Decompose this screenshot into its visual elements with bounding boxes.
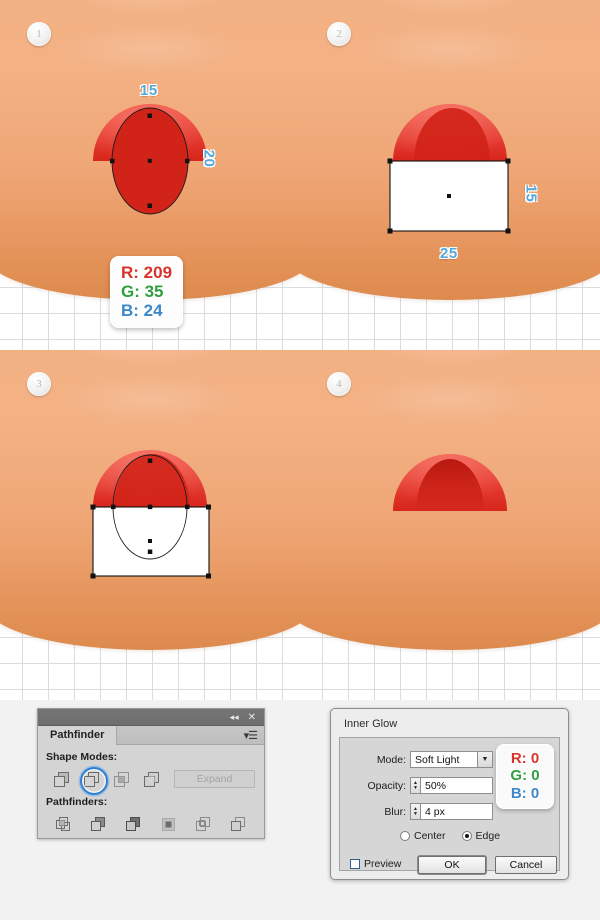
cancel-label: Cancel xyxy=(509,859,543,871)
step-panel-1: 1 15 20 R: 209 G: 35 B: 24 xyxy=(0,0,300,350)
shape-modes-row: Expand xyxy=(46,766,256,795)
pathfinder-divide-button[interactable] xyxy=(46,811,81,837)
steps-grid: 1 15 20 R: 209 G: 35 B: 24 2 15 25 3 4 xyxy=(0,0,600,700)
pathfinder-body: Shape Modes: Expand Pathfinders: xyxy=(38,745,264,838)
ok-button[interactable]: OK xyxy=(418,856,486,874)
chevron-down-icon[interactable]: ▼ xyxy=(477,752,492,767)
step-2-artwork xyxy=(387,104,511,234)
mode-label: Mode: xyxy=(376,754,406,766)
rgb-callout-fill: R: 209 G: 35 B: 24 xyxy=(110,256,184,329)
mode-value: Soft Light xyxy=(415,753,460,766)
opacity-value: 50% xyxy=(425,779,447,792)
shape-mode-unite-button[interactable] xyxy=(46,766,76,792)
pathfinder-outline-button[interactable] xyxy=(186,811,221,837)
merge-icon xyxy=(126,816,140,831)
pathfinder-merge-button[interactable] xyxy=(116,811,151,837)
mode-select[interactable]: Soft Light ▼ xyxy=(410,751,493,768)
opacity-label: Opacity: xyxy=(367,780,406,792)
pathfinder-panel: ◂◂ ✕ Pathfinder ▾☰ Shape Modes: Expand P… xyxy=(37,708,265,839)
radio-unchecked-icon xyxy=(400,831,410,841)
glow-rgb-red: R: 0 xyxy=(510,750,540,767)
close-icon[interactable]: ✕ xyxy=(248,712,256,723)
pathfinder-minus-back-button[interactable] xyxy=(221,811,256,837)
preview-checkbox[interactable]: Preview xyxy=(350,858,401,870)
inner-glow-dialog: Inner Glow Mode: Soft Light ▼ Opacity: ▲… xyxy=(330,708,569,880)
dimension-label-width-15: 15 xyxy=(140,82,158,99)
dimension-label-height-20: 20 xyxy=(200,149,218,168)
dialog-title: Inner Glow xyxy=(344,718,398,730)
checkbox-unchecked-icon xyxy=(350,859,360,869)
panels-area: ◂◂ ✕ Pathfinder ▾☰ Shape Modes: Expand P… xyxy=(0,700,600,920)
opacity-input[interactable]: 50% xyxy=(420,777,493,794)
blur-value: 4 px xyxy=(425,805,445,818)
step-panel-4: 4 xyxy=(300,350,600,700)
shape-mode-exclude-button[interactable] xyxy=(136,766,166,792)
minus-back-icon xyxy=(231,816,245,831)
radio-checked-icon xyxy=(461,831,472,841)
pathfinder-crop-button[interactable] xyxy=(151,811,186,837)
trim-icon xyxy=(91,816,105,831)
unite-icon xyxy=(53,771,69,787)
origin-center-radio[interactable]: Center xyxy=(400,830,446,842)
tab-pathfinder-label: Pathfinder xyxy=(50,729,105,741)
shape-modes-label: Shape Modes: xyxy=(46,751,118,763)
rgb-blue-value: B: 24 xyxy=(121,301,163,321)
divide-icon xyxy=(56,816,70,831)
exclude-icon xyxy=(143,771,159,787)
ok-label: OK xyxy=(444,859,460,871)
dialog-body: Mode: Soft Light ▼ Opacity: ▲ ▼ 50% Blur… xyxy=(339,737,560,874)
pathfinder-titlebar: ◂◂ ✕ xyxy=(38,709,264,726)
glow-rgb-green: G: 0 xyxy=(510,767,540,785)
blur-label: Blur: xyxy=(384,806,406,818)
collapse-icon[interactable]: ◂◂ xyxy=(230,712,239,723)
shape-mode-intersect-button[interactable] xyxy=(106,766,136,792)
opacity-stepper[interactable]: ▲ ▼ xyxy=(410,777,420,794)
cancel-button[interactable]: Cancel xyxy=(495,856,557,874)
blur-stepper[interactable]: ▲ ▼ xyxy=(410,803,420,820)
shape-mode-minus-front-button[interactable] xyxy=(76,766,108,795)
step-4-artwork xyxy=(393,454,507,511)
expand-label: Expand xyxy=(196,773,233,785)
blur-input[interactable]: 4 px xyxy=(420,803,493,820)
outline-icon xyxy=(196,816,210,831)
pathfinders-label: Pathfinders: xyxy=(46,796,108,808)
intersect-icon xyxy=(113,771,129,787)
glow-rgb-blue: B: 0 xyxy=(510,784,540,802)
rgb-callout-glow: R: 0 G: 0 B: 0 xyxy=(496,744,554,810)
panel-menu-icon[interactable]: ▾☰ xyxy=(244,729,264,742)
step-3-artwork xyxy=(90,450,211,579)
edge-label: Edge xyxy=(475,830,501,842)
step-panel-3: 3 xyxy=(0,350,300,700)
pathfinder-trim-button[interactable] xyxy=(81,811,116,837)
minus-front-icon xyxy=(83,771,99,787)
pathfinder-tabbar: Pathfinder ▾☰ xyxy=(38,725,264,745)
pathfinders-row xyxy=(46,811,256,837)
step-panel-2: 2 15 25 xyxy=(300,0,600,350)
center-label: Center xyxy=(414,830,446,842)
tutorial-screenshot: 1 15 20 R: 209 G: 35 B: 24 2 15 25 3 4 ◂… xyxy=(0,0,600,920)
rgb-red-value: R: 209 xyxy=(121,263,173,282)
origin-edge-radio[interactable]: Edge xyxy=(461,830,501,842)
expand-button[interactable]: Expand xyxy=(174,770,255,788)
rgb-green-value: G: 35 xyxy=(121,282,164,302)
dimension-label-width-25: 25 xyxy=(440,245,458,262)
preview-label: Preview xyxy=(364,858,402,870)
crop-icon xyxy=(162,817,175,831)
dimension-label-height-15: 15 xyxy=(522,184,540,203)
tab-pathfinder[interactable]: Pathfinder xyxy=(38,725,118,745)
